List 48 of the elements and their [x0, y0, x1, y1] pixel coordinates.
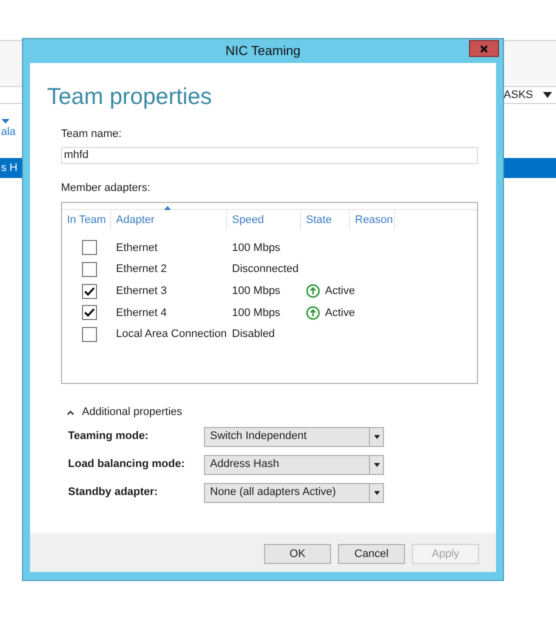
- tasks-label[interactable]: ASKS: [504, 86, 533, 104]
- column-header[interactable]: Adapter: [116, 212, 157, 228]
- speed-text: Disconnected: [232, 262, 300, 278]
- dialog-button[interactable]: OK: [264, 544, 331, 564]
- close-button[interactable]: [469, 40, 499, 57]
- column-header[interactable]: ala: [1, 124, 16, 140]
- checkbox[interactable]: [82, 305, 96, 320]
- state-text: Active: [325, 284, 355, 299]
- window-title: NIC Teaming: [226, 42, 300, 60]
- expander-link[interactable]: Additional properties: [82, 404, 182, 420]
- dropdown-arrow-icon: [374, 490, 380, 494]
- column-header[interactable]: Reason: [355, 212, 393, 228]
- team-name-field[interactable]: mhfd: [61, 146, 478, 164]
- speed-text: 100 Mbps: [232, 284, 282, 299]
- adapter-name: Ethernet 4: [116, 306, 168, 321]
- adapter-name: Local Area Connection: [116, 327, 228, 342]
- field-label: Teaming mode:: [68, 429, 150, 444]
- speed-text: 100 Mbps: [232, 240, 282, 256]
- close-icon: [480, 44, 488, 52]
- field-label: Team name:: [61, 127, 123, 142]
- adapter-name: Ethernet 3: [116, 284, 168, 299]
- dialog-button[interactable]: Cancel: [338, 544, 405, 564]
- field-label: Load balancing mode:: [68, 457, 186, 472]
- sort-arrow-icon: [1, 119, 10, 124]
- speed-text: 100 Mbps: [232, 306, 282, 321]
- collapse-caret-icon[interactable]: [67, 410, 74, 415]
- dropdown[interactable]: None (all adapters Active): [204, 482, 384, 502]
- column-header[interactable]: In Team: [67, 212, 106, 228]
- state-text: Active: [325, 306, 355, 321]
- dropdown-arrow-icon: [374, 462, 380, 466]
- page-heading: Team properties: [47, 82, 213, 111]
- dropdown[interactable]: Switch Independent: [204, 426, 384, 446]
- checkbox[interactable]: [82, 240, 96, 256]
- speed-text: Disabled: [232, 327, 276, 342]
- dropdown-arrow-icon[interactable]: [543, 92, 552, 98]
- field-label: Standby adapter:: [68, 485, 159, 500]
- checkbox[interactable]: [82, 327, 96, 342]
- checkbox[interactable]: [82, 262, 96, 278]
- adapter-name: Ethernet 2: [116, 262, 168, 278]
- row-text: s H: [1, 160, 18, 176]
- sort-arrow-icon: [164, 206, 171, 210]
- dropdown-arrow-icon: [374, 434, 380, 438]
- column-header[interactable]: Speed: [232, 212, 264, 228]
- adapter-name: Ethernet: [116, 240, 159, 256]
- field-label: Member adapters:: [61, 180, 152, 196]
- dropdown[interactable]: Address Hash: [204, 454, 384, 474]
- checkbox[interactable]: [82, 284, 96, 299]
- column-header[interactable]: State: [306, 212, 332, 228]
